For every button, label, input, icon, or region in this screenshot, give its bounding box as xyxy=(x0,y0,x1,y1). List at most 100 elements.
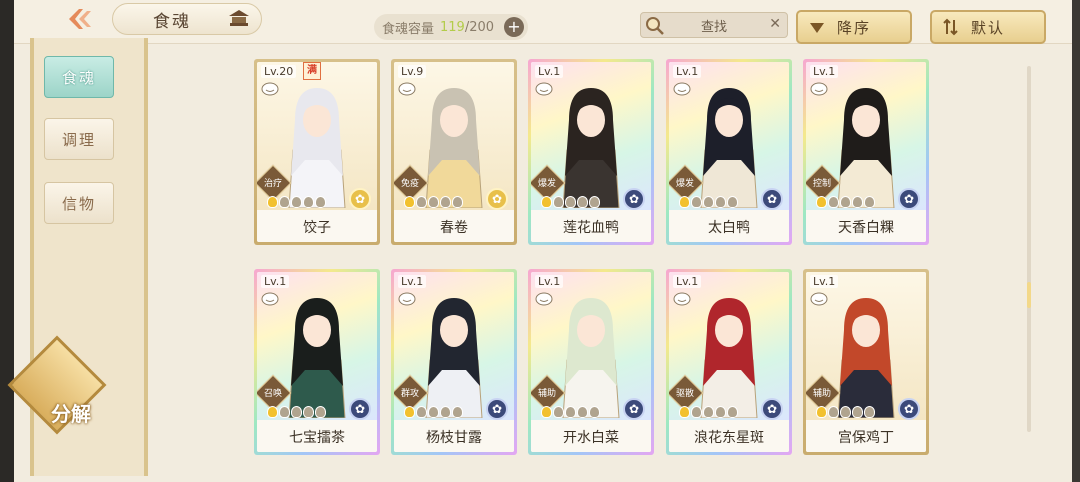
character-figure xyxy=(700,298,758,418)
mood-icon xyxy=(261,82,279,96)
character-figure xyxy=(837,298,895,418)
sort-direction-icon xyxy=(810,23,824,33)
character-figure xyxy=(562,88,620,208)
sort-default-button[interactable]: 默认 xyxy=(930,10,1046,44)
food-soul-card[interactable]: Lv.20 满治疗 ✿ 饺子 xyxy=(254,59,380,245)
star-icon xyxy=(679,406,690,418)
star-icon xyxy=(840,196,851,208)
mood-icon xyxy=(398,292,416,306)
top-bar: 食魂 食魂容量 119/200 + 查找 ✕ 降序 默认 xyxy=(14,0,1072,44)
food-soul-card[interactable]: Lv.1 辅助 ✿ 开水白菜 xyxy=(528,269,654,455)
clear-search-icon[interactable]: ✕ xyxy=(769,16,781,32)
scrollbar-thumb[interactable] xyxy=(1027,282,1031,308)
back-button[interactable] xyxy=(62,4,98,34)
mood-icon xyxy=(398,82,416,96)
star-icon xyxy=(816,406,827,418)
food-soul-card[interactable]: Lv.1 控制 ✿ 天香白粿 xyxy=(803,59,929,245)
food-soul-card[interactable]: Lv.1 召唤 ✿ 七宝擂茶 xyxy=(254,269,380,455)
food-soul-card[interactable]: Lv.9 免疫 ✿ 春卷 xyxy=(391,59,517,245)
element-icon: ✿ xyxy=(898,398,920,420)
star-icon xyxy=(303,406,314,418)
back-arrow-icon xyxy=(69,9,91,29)
star-rating xyxy=(816,196,875,210)
sort-descending-button[interactable]: 降序 xyxy=(796,10,912,44)
level-label: Lv.1 xyxy=(673,65,702,78)
card-body: Lv.1 群攻 ✿ 杨枝甘露 xyxy=(394,272,514,452)
search-box[interactable]: 查找 ✕ xyxy=(640,12,788,38)
role-label: 辅助 xyxy=(812,389,831,399)
star-icon xyxy=(553,196,564,208)
element-icon: ✿ xyxy=(486,398,508,420)
star-icon xyxy=(565,406,576,418)
star-icon xyxy=(452,406,463,418)
level-label: Lv.1 xyxy=(810,275,839,288)
star-icon xyxy=(577,406,588,418)
max-level-badge: 满 xyxy=(303,62,321,80)
scrollbar-track[interactable] xyxy=(1027,66,1031,432)
element-icon: ✿ xyxy=(623,398,645,420)
search-icon xyxy=(646,17,664,35)
level-label: Lv.1 xyxy=(673,275,702,288)
food-soul-card[interactable]: Lv.1 爆发 ✿ 莲花血鸭 xyxy=(528,59,654,245)
role-label: 辅助 xyxy=(537,389,556,399)
star-icon xyxy=(428,196,439,208)
card-body: Lv.1 辅助 ✿ 宫保鸡丁 xyxy=(806,272,926,452)
character-name: 开水白菜 xyxy=(531,422,651,452)
food-soul-card[interactable]: Lv.1 驱散 ✿ 浪花东星斑 xyxy=(666,269,792,455)
star-icon xyxy=(703,406,714,418)
capacity-add-button[interactable]: + xyxy=(504,17,524,37)
mood-icon xyxy=(535,82,553,96)
food-soul-card[interactable]: Lv.1 爆发 ✿ 太白鸭 xyxy=(666,59,792,245)
star-icon xyxy=(828,196,839,208)
element-icon: ✿ xyxy=(349,188,371,210)
star-icon xyxy=(565,196,576,208)
star-icon xyxy=(864,196,875,208)
character-name: 七宝擂茶 xyxy=(257,422,377,452)
star-rating xyxy=(816,406,875,420)
character-figure xyxy=(837,88,895,208)
level-label: Lv.9 xyxy=(398,65,427,78)
sort-default-label: 默认 xyxy=(970,18,1005,37)
card-body: Lv.1 驱散 ✿ 浪花东星斑 xyxy=(669,272,789,452)
star-rating xyxy=(404,406,463,420)
character-name: 莲花血鸭 xyxy=(531,212,651,242)
star-icon xyxy=(715,196,726,208)
decompose-label: 分解 xyxy=(51,402,91,426)
star-icon xyxy=(440,196,451,208)
card-body: Lv.9 免疫 ✿ 春卷 xyxy=(394,62,514,242)
star-icon xyxy=(452,196,463,208)
star-icon xyxy=(828,406,839,418)
star-icon xyxy=(267,406,278,418)
star-icon xyxy=(691,196,702,208)
star-icon xyxy=(577,196,588,208)
food-soul-card[interactable]: Lv.1 辅助 ✿ 宫保鸡丁 xyxy=(803,269,929,455)
food-soul-card[interactable]: Lv.1 群攻 ✿ 杨枝甘露 xyxy=(391,269,517,455)
card-body: Lv.20 满治疗 ✿ 饺子 xyxy=(257,62,377,242)
capacity-display: 食魂容量 119/200 + xyxy=(374,14,528,40)
character-name: 太白鸭 xyxy=(669,212,789,242)
element-icon: ✿ xyxy=(486,188,508,210)
card-body: Lv.1 召唤 ✿ 七宝擂茶 xyxy=(257,272,377,452)
character-name: 天香白粿 xyxy=(806,212,926,242)
role-label: 召唤 xyxy=(263,389,282,399)
sidebar-tab-tokens[interactable]: 信物 xyxy=(44,182,114,224)
level-label: Lv.1 xyxy=(535,65,564,78)
sidebar-tab-cooking[interactable]: 调理 xyxy=(44,118,114,160)
card-body: Lv.1 控制 ✿ 天香白粿 xyxy=(806,62,926,242)
star-rating xyxy=(404,196,463,210)
character-figure xyxy=(288,88,346,208)
star-rating xyxy=(541,406,600,420)
character-name: 春卷 xyxy=(394,212,514,242)
capacity-total: /200 xyxy=(464,19,495,35)
star-icon xyxy=(404,406,415,418)
star-rating xyxy=(679,406,738,420)
role-label: 驱散 xyxy=(675,389,694,399)
star-icon xyxy=(864,406,875,418)
role-label: 爆发 xyxy=(537,179,556,189)
element-icon: ✿ xyxy=(898,188,920,210)
star-icon xyxy=(727,406,738,418)
level-label: Lv.1 xyxy=(810,65,839,78)
mood-icon xyxy=(261,292,279,306)
star-icon xyxy=(428,406,439,418)
sidebar-tab-food-souls[interactable]: 食魂 xyxy=(44,56,114,98)
